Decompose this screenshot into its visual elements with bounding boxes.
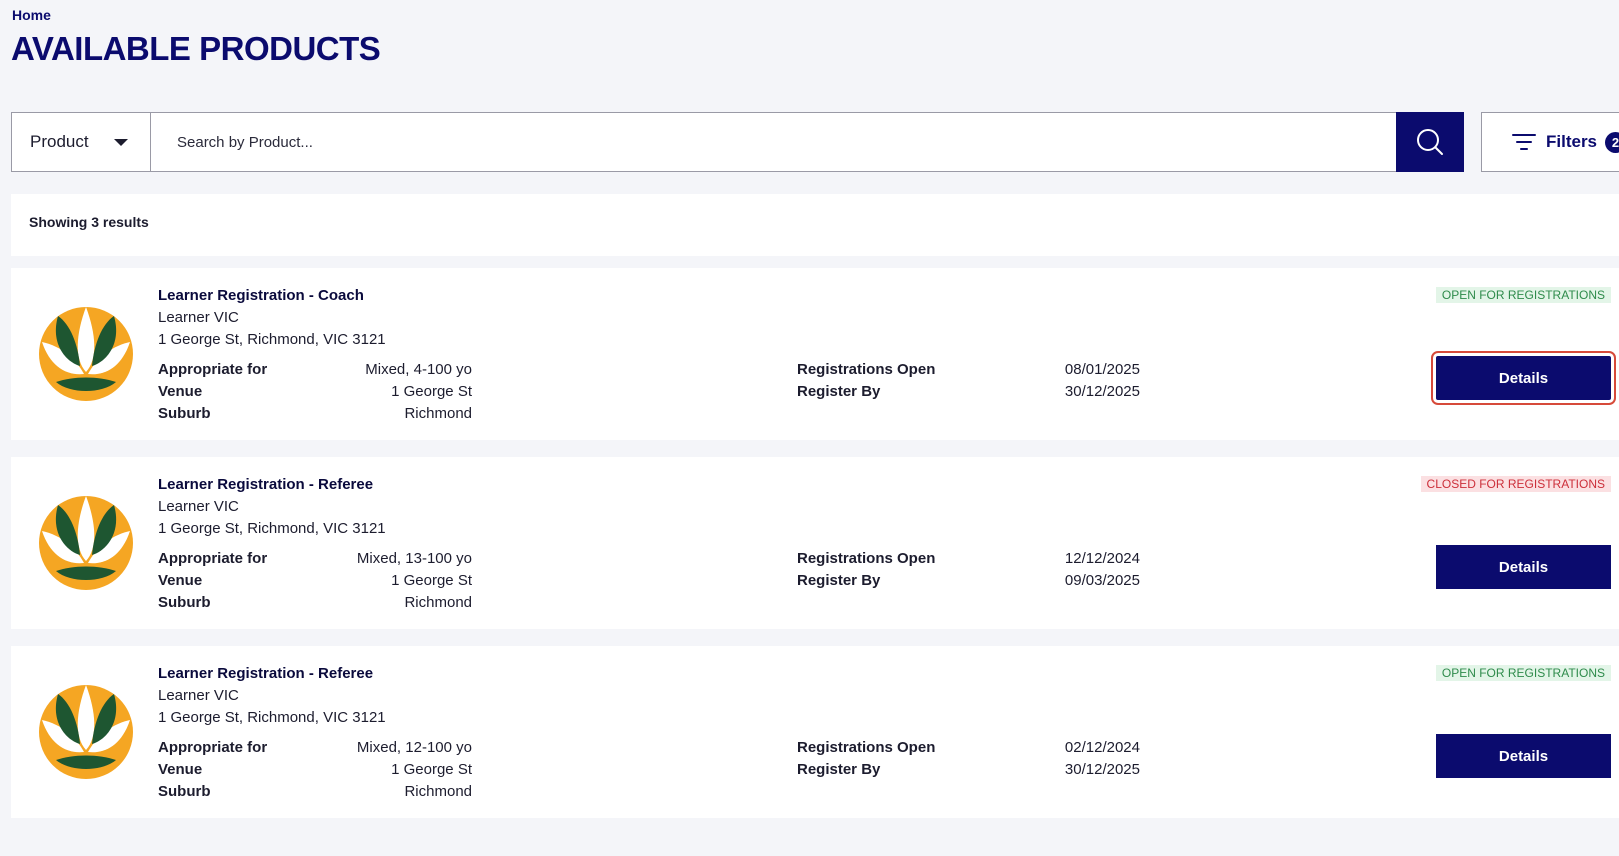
details-button[interactable]: Details bbox=[1431, 351, 1616, 405]
appropriate-for-label: Appropriate for bbox=[158, 550, 268, 567]
register-by-label: Register By bbox=[797, 383, 881, 400]
appropriate-for-label: Appropriate for bbox=[158, 739, 268, 756]
search-placeholder: Search by Product... bbox=[177, 133, 313, 151]
chevron-down-icon bbox=[114, 139, 128, 146]
registrations-open-value: 12/12/2024 bbox=[1064, 550, 1140, 567]
product-address: 1 George St, Richmond, VIC 3121 bbox=[158, 331, 386, 348]
registrations-open-value: 02/12/2024 bbox=[1064, 739, 1140, 756]
product-address: 1 George St, Richmond, VIC 3121 bbox=[158, 520, 386, 537]
product-organisation: Learner VIC bbox=[158, 498, 239, 515]
venue-value: 1 George St bbox=[391, 383, 472, 400]
venue-label: Venue bbox=[158, 761, 203, 778]
product-address: 1 George St, Richmond, VIC 3121 bbox=[158, 709, 386, 726]
football-australia-logo bbox=[39, 685, 133, 779]
appropriate-for-value: Mixed, 4-100 yo bbox=[365, 361, 472, 378]
register-by-label: Register By bbox=[797, 761, 881, 778]
register-by-value: 30/12/2025 bbox=[1064, 761, 1140, 778]
venue-value: 1 George St bbox=[391, 761, 472, 778]
product-organisation: Learner VIC bbox=[158, 687, 239, 704]
details-button[interactable]: Details bbox=[1436, 734, 1611, 778]
search-button[interactable] bbox=[1396, 112, 1464, 172]
breadcrumb-home[interactable]: Home bbox=[12, 7, 51, 23]
filters-count-badge: 2 bbox=[1605, 131, 1619, 153]
status-wrapper: OPEN FOR REGISTRATIONS bbox=[11, 286, 1611, 304]
venue-label: Venue bbox=[158, 572, 203, 589]
register-by-label: Register By bbox=[797, 572, 881, 589]
registrations-open-value: 08/01/2025 bbox=[1064, 361, 1140, 378]
status-wrapper: OPEN FOR REGISTRATIONS bbox=[11, 664, 1611, 682]
search-type-label: Product bbox=[30, 132, 89, 151]
filters-button[interactable]: Filters 2 bbox=[1481, 112, 1619, 172]
suburb-label: Suburb bbox=[158, 594, 211, 611]
details-button[interactable]: Details bbox=[1436, 545, 1611, 589]
register-by-value: 09/03/2025 bbox=[1064, 572, 1140, 589]
appropriate-for-value: Mixed, 12-100 yo bbox=[356, 739, 472, 756]
status-badge: CLOSED FOR REGISTRATIONS bbox=[1420, 476, 1611, 492]
search-input[interactable]: Search by Product... bbox=[151, 113, 1396, 171]
product-card: Learner Registration - Coach Learner VIC… bbox=[11, 268, 1619, 440]
suburb-label: Suburb bbox=[158, 405, 211, 422]
filters-label: Filters bbox=[1546, 132, 1598, 151]
product-card: Learner Registration - Referee Learner V… bbox=[11, 646, 1619, 818]
register-by-value: 30/12/2025 bbox=[1064, 383, 1140, 400]
filter-lines-icon bbox=[1512, 134, 1536, 150]
suburb-value: Richmond bbox=[404, 405, 472, 422]
results-summary: Showing 3 results bbox=[11, 194, 1619, 256]
suburb-label: Suburb bbox=[158, 783, 211, 800]
product-card: Learner Registration - Referee Learner V… bbox=[11, 457, 1619, 629]
status-badge: OPEN FOR REGISTRATIONS bbox=[1435, 665, 1611, 681]
venue-label: Venue bbox=[158, 383, 203, 400]
football-australia-logo bbox=[39, 307, 133, 401]
product-organisation: Learner VIC bbox=[158, 309, 239, 326]
status-badge: OPEN FOR REGISTRATIONS bbox=[1435, 287, 1611, 303]
suburb-value: Richmond bbox=[404, 783, 472, 800]
results-count: Showing 3 results bbox=[29, 214, 149, 230]
suburb-value: Richmond bbox=[404, 594, 472, 611]
status-wrapper: CLOSED FOR REGISTRATIONS bbox=[11, 475, 1611, 493]
search-type-select[interactable]: Product bbox=[12, 113, 151, 171]
registrations-open-label: Registrations Open bbox=[797, 361, 936, 378]
search-bar: Product Search by Product... bbox=[11, 112, 1464, 172]
page-title: AVAILABLE PRODUCTS bbox=[11, 30, 381, 67]
football-australia-logo bbox=[39, 496, 133, 590]
registrations-open-label: Registrations Open bbox=[797, 739, 936, 756]
appropriate-for-value: Mixed, 13-100 yo bbox=[356, 550, 472, 567]
search-icon bbox=[1417, 129, 1443, 155]
registrations-open-label: Registrations Open bbox=[797, 550, 936, 567]
venue-value: 1 George St bbox=[391, 572, 472, 589]
appropriate-for-label: Appropriate for bbox=[158, 361, 268, 378]
